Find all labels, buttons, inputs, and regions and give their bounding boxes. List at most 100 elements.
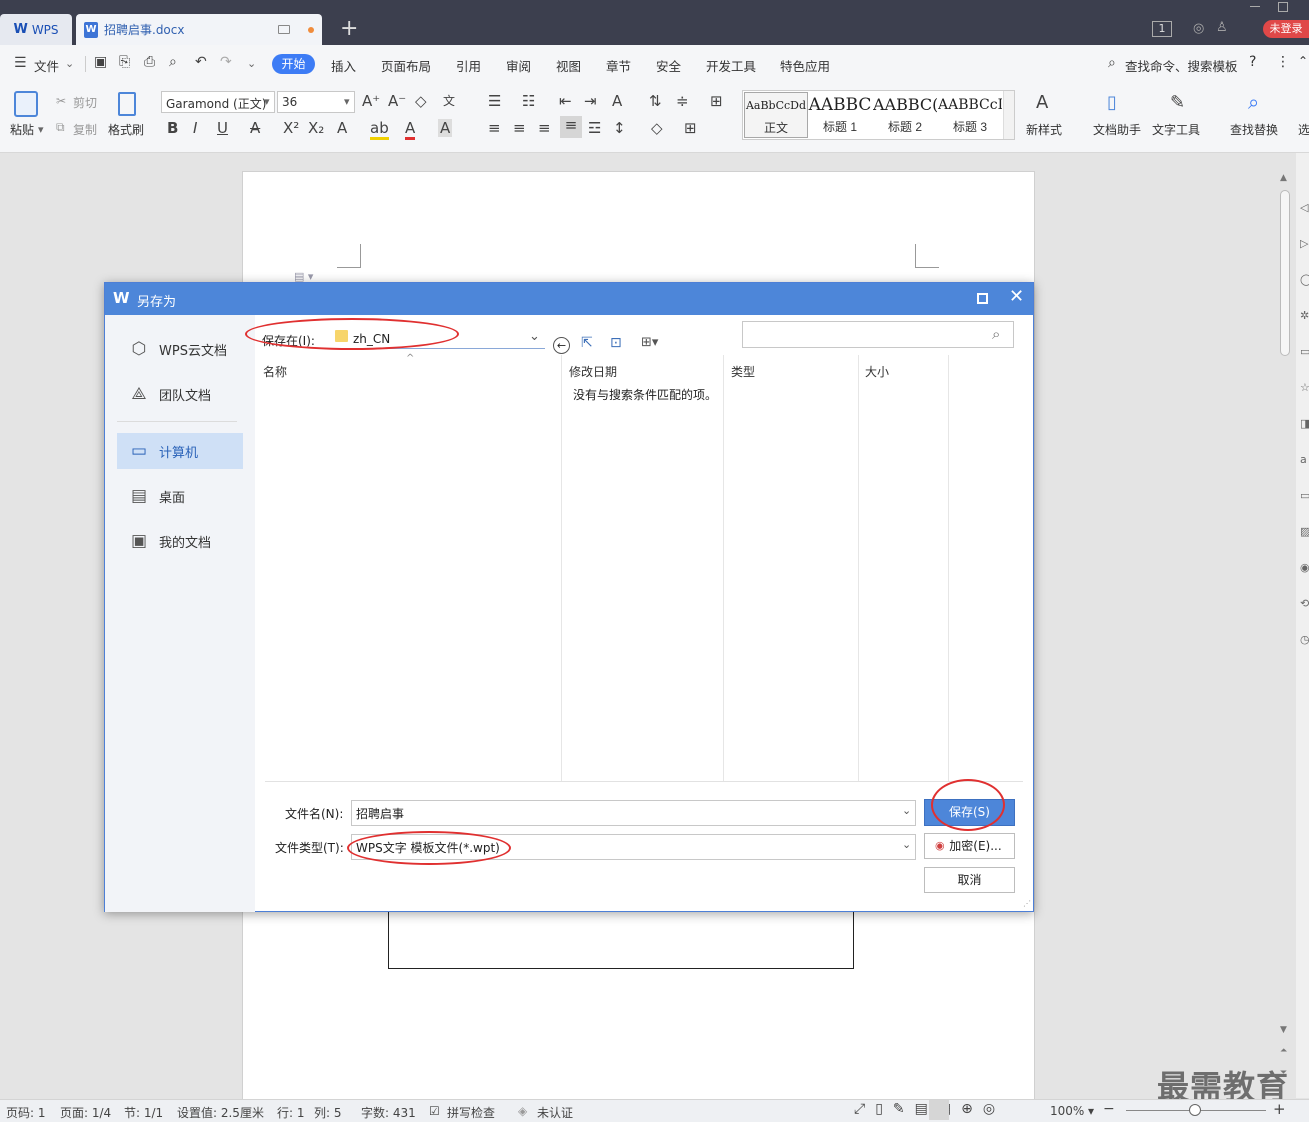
font-color-icon[interactable]: A	[405, 119, 416, 140]
underline-icon[interactable]: U	[217, 119, 228, 137]
resize-grip-icon[interactable]: ⋰	[1023, 899, 1031, 908]
subscript-icon[interactable]: X₂	[308, 119, 324, 137]
format-painter-button[interactable]: 格式刷	[108, 121, 144, 138]
decrease-indent-icon[interactable]: ⇤	[559, 92, 572, 110]
increase-indent-icon[interactable]: ⇥	[584, 92, 597, 110]
chevron-down-icon[interactable]: ▾	[344, 95, 350, 108]
menu-dev-tools[interactable]: 开发工具	[706, 56, 756, 75]
text-direction-icon[interactable]: A	[612, 92, 622, 110]
scroll-thumb[interactable]	[1280, 190, 1290, 356]
align-left-icon[interactable]: ≡	[488, 119, 501, 137]
align-right-icon[interactable]: ≡	[538, 119, 551, 137]
undo-icon[interactable]: ↶	[195, 54, 207, 70]
status-words[interactable]: 字数: 431	[361, 1104, 416, 1121]
bold-icon[interactable]: B	[167, 119, 178, 137]
sort-icon[interactable]: ⇅	[649, 92, 662, 110]
grow-font-icon[interactable]: A⁺	[362, 92, 380, 110]
line-spacing-adjust-icon[interactable]: ≑	[676, 92, 689, 110]
status-col[interactable]: 列: 5	[314, 1104, 342, 1121]
status-page-code[interactable]: 页码: 1	[6, 1104, 46, 1121]
window-count-badge[interactable]: 1	[1152, 21, 1172, 37]
doc-assistant-button[interactable]: 文档助手	[1093, 121, 1141, 138]
menu-security[interactable]: 安全	[656, 56, 681, 75]
export-icon[interactable]: ⎘	[119, 54, 130, 70]
copy-button[interactable]: 复制	[73, 121, 97, 138]
close-icon[interactable]: ✕	[1009, 286, 1024, 307]
search-icon[interactable]: ⌕	[1248, 90, 1259, 114]
pinyin-icon[interactable]: 文	[443, 92, 455, 109]
print-icon[interactable]: ⎙	[144, 54, 155, 70]
cut-button[interactable]: 剪切	[73, 94, 97, 111]
cut-icon[interactable]: ✂	[56, 94, 66, 108]
status-row[interactable]: 行: 1	[277, 1104, 305, 1121]
select-button[interactable]: 选	[1298, 121, 1309, 138]
style-heading-3[interactable]: AABBCcI 标题 3	[938, 92, 1002, 138]
minimize-icon[interactable]	[1250, 6, 1260, 7]
more-icon[interactable]: ⋮	[1276, 54, 1290, 70]
restore-icon[interactable]	[1278, 2, 1288, 12]
status-setting[interactable]: 设置值: 2.5厘米	[177, 1104, 264, 1121]
zoom-out-icon[interactable]: −	[1103, 1101, 1115, 1117]
new-style-button[interactable]: 新样式	[1026, 121, 1062, 138]
tab-wps-home[interactable]: W WPS	[0, 14, 72, 45]
chevron-down-icon[interactable]: ⌄	[902, 838, 911, 851]
status-pages[interactable]: 页面: 1/4	[60, 1104, 111, 1121]
shrink-font-icon[interactable]: A⁻	[388, 92, 406, 110]
status-cert[interactable]: 未认证	[537, 1104, 573, 1121]
monitor-icon[interactable]	[278, 25, 291, 34]
column-header-name[interactable]: 名称	[263, 363, 287, 380]
text-tools-button[interactable]: 文字工具	[1152, 121, 1200, 138]
chevron-down-icon[interactable]: ▾	[264, 95, 270, 108]
spell-check-icon[interactable]: ☑	[429, 1104, 440, 1118]
table-layout-icon[interactable]: ⊞	[710, 92, 723, 110]
menu-icon[interactable]: ☰	[14, 55, 27, 71]
menu-page-layout[interactable]: 页面布局	[381, 56, 431, 75]
status-spell[interactable]: 拼写检查	[447, 1104, 495, 1121]
paste-button[interactable]: 粘贴	[10, 121, 34, 138]
print-preview-icon[interactable]: ⌕	[169, 54, 177, 70]
sidebar-item-my-docs[interactable]: ▣ 我的文档	[117, 523, 243, 559]
chevron-down-icon[interactable]: ⌄	[529, 329, 540, 344]
zoom-level[interactable]: 100%	[1050, 1104, 1084, 1118]
column-header-type[interactable]: 类型	[731, 363, 755, 380]
prev-page-icon[interactable]: ⏶	[1280, 1046, 1287, 1056]
distribute-icon[interactable]: ☲	[588, 119, 601, 137]
shirt-icon[interactable]: ♙	[1216, 20, 1228, 35]
status-section[interactable]: 节: 1/1	[124, 1104, 163, 1121]
chevron-down-icon[interactable]: ▾	[38, 123, 44, 136]
bullet-list-icon[interactable]: ☰	[488, 92, 501, 110]
menu-reference[interactable]: 引用	[456, 56, 481, 75]
italic-icon[interactable]: I	[193, 119, 197, 137]
superscript-icon[interactable]: X²	[283, 119, 299, 137]
zoom-slider-thumb[interactable]	[1189, 1104, 1201, 1116]
border-icon[interactable]: ⊞	[684, 119, 697, 137]
skin-icon[interactable]: ◎	[1193, 21, 1204, 36]
style-gallery-scroll[interactable]	[1003, 91, 1014, 139]
search-icon[interactable]: ⌕	[1108, 55, 1116, 71]
text-tools-icon[interactable]: ✎	[1170, 92, 1185, 113]
sidebar-item-computer[interactable]: ▭ 计算机	[117, 433, 243, 469]
command-search[interactable]: 查找命令、搜索模板	[1125, 56, 1238, 75]
search-input[interactable]	[742, 321, 1014, 348]
menu-file[interactable]: 文件	[34, 56, 59, 75]
style-heading-2[interactable]: AABBC( 标题 2	[873, 92, 937, 138]
column-header-modified[interactable]: 修改日期	[569, 363, 617, 380]
search-icon[interactable]: ⌕	[992, 325, 1000, 343]
zoom-dropdown-icon[interactable]: ▾	[1088, 1104, 1094, 1118]
scroll-down-icon[interactable]: ▼	[1280, 1025, 1287, 1035]
sidebar-item-team-docs[interactable]: ⟁ 团队文档	[117, 376, 243, 412]
view-menu-icon[interactable]: ⊞▾	[641, 335, 658, 350]
style-heading-1[interactable]: AABBC 标题 1	[808, 92, 872, 138]
collapse-icon[interactable]: ⌃	[1298, 54, 1308, 68]
maximize-icon[interactable]	[977, 293, 988, 304]
tab-document[interactable]: W 招聘启事.docx	[76, 14, 322, 45]
line-spacing-icon[interactable]: ↕	[613, 119, 626, 137]
sidebar-item-desktop[interactable]: ▤ 桌面	[117, 478, 243, 514]
file-list[interactable]	[265, 355, 1023, 782]
new-tab-button[interactable]: +	[340, 17, 358, 41]
zoom-in-icon[interactable]: +	[1273, 1100, 1286, 1118]
login-button[interactable]: 未登录	[1263, 20, 1309, 38]
highlight-icon[interactable]: ab	[370, 119, 389, 140]
paste-icon[interactable]	[14, 91, 38, 117]
cancel-button[interactable]: 取消	[924, 867, 1015, 893]
